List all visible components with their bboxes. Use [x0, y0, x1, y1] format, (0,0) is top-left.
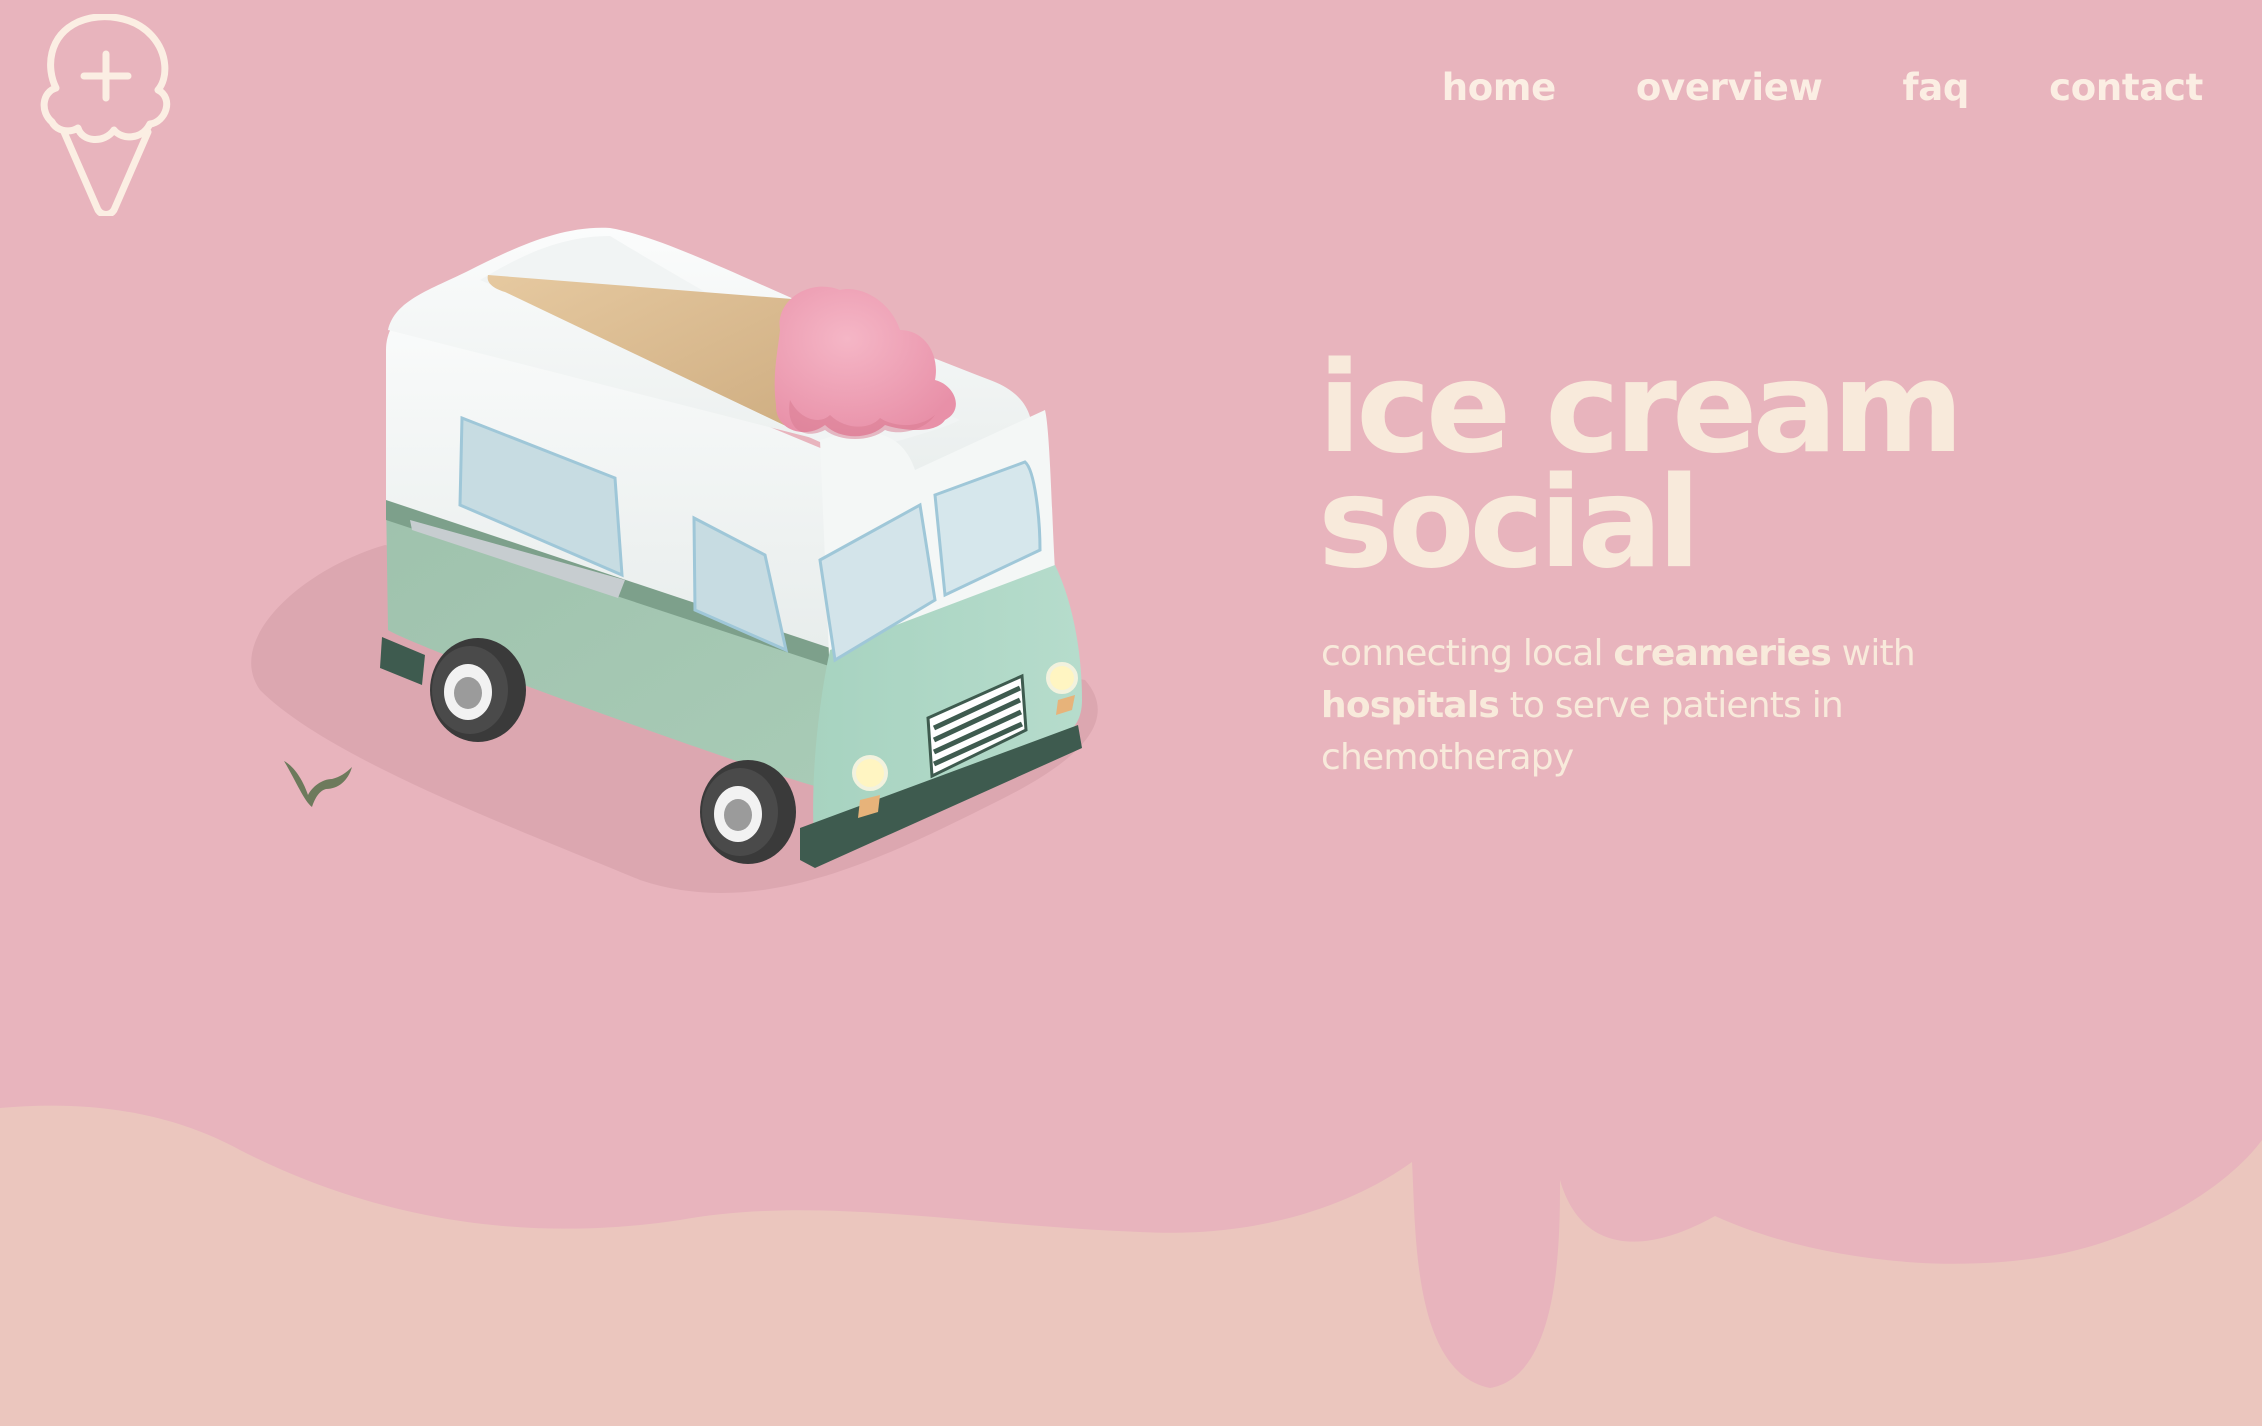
- tagline-text-2: with: [1831, 633, 1916, 674]
- truck-front-wheel: [700, 760, 796, 864]
- tagline-text-1: connecting local: [1321, 633, 1614, 674]
- main-nav: home overview faq contact: [1442, 66, 2204, 109]
- logo-ice-cream-plus-icon[interactable]: [38, 14, 174, 216]
- nav-faq-link[interactable]: faq: [1902, 66, 1969, 109]
- hero-title: ice cream social: [1318, 334, 1964, 596]
- tagline-emphasis-hospitals: hospitals: [1321, 685, 1500, 726]
- hero-tagline: connecting local creameries with hospita…: [1321, 628, 2011, 784]
- ice-cream-truck-illustration: [251, 227, 1098, 893]
- nav-overview-link[interactable]: overview: [1636, 66, 1823, 109]
- truck-rear-wheel: [430, 638, 526, 742]
- hero-title-line-1: ice cream: [1318, 334, 1964, 481]
- bird-icon: [284, 761, 352, 807]
- nav-home-link[interactable]: home: [1442, 66, 1557, 109]
- tagline-emphasis-creameries: creameries: [1613, 633, 1832, 674]
- nav-contact-link[interactable]: contact: [2049, 66, 2203, 109]
- hero-title-line-2: social: [1318, 449, 1701, 596]
